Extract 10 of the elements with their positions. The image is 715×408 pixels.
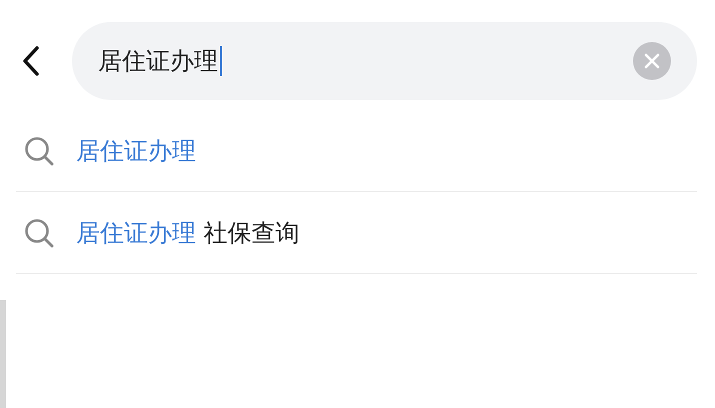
- search-field[interactable]: 居住证办理: [72, 22, 697, 100]
- text-cursor: [220, 46, 222, 76]
- search-icon: [24, 136, 54, 166]
- close-icon: [644, 53, 660, 69]
- search-icon: [24, 218, 54, 248]
- suggestion-item[interactable]: 居住证办理 社保查询: [16, 192, 697, 274]
- back-icon: [22, 45, 40, 77]
- suggestion-text: 居住证办理 社保查询: [76, 218, 300, 248]
- suggestion-text: 居住证办理: [76, 136, 196, 166]
- suggestion-item[interactable]: 居住证办理: [16, 110, 697, 192]
